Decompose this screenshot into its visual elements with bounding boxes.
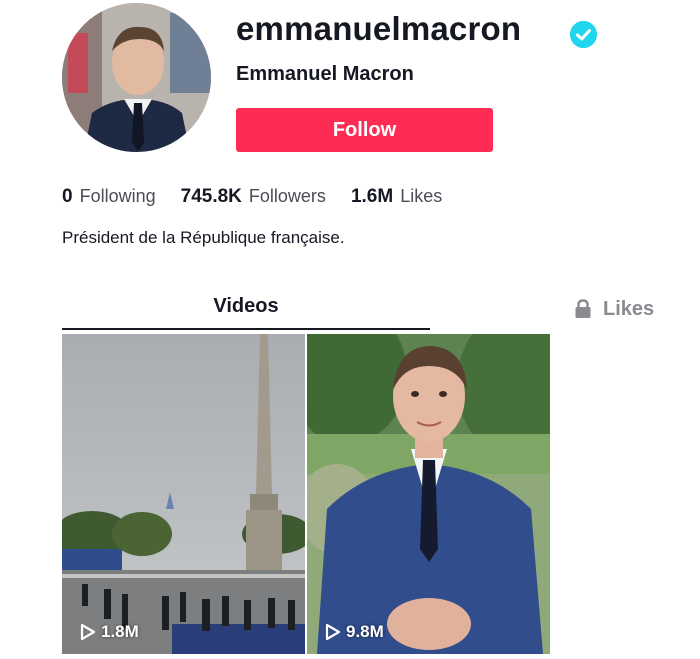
profile-bio: Président de la République française. (62, 228, 345, 247)
video-thumbnail-2[interactable]: 9.8M (307, 334, 550, 654)
play-icon (325, 623, 341, 641)
lock-icon (574, 299, 592, 319)
video-1-views: 1.8M (80, 622, 139, 642)
video-2-views: 9.8M (325, 622, 384, 642)
following-label: Following (79, 186, 156, 206)
follow-button[interactable]: Follow (236, 108, 493, 152)
stat-likes: 1.6M Likes (351, 186, 442, 208)
tab-likes-label: Likes (603, 297, 655, 320)
followers-count: 745.8K (180, 186, 242, 207)
display-name: Emmanuel Macron (236, 63, 414, 85)
video-1-views-count: 1.8M (101, 622, 139, 641)
avatar[interactable] (62, 3, 211, 152)
tab-active-indicator (62, 328, 430, 330)
followers-label: Followers (248, 186, 326, 206)
likes-label: Likes (400, 186, 443, 206)
video-thumbnail-1[interactable]: 1.8M (62, 334, 305, 654)
tab-likes[interactable]: Likes (574, 294, 654, 324)
following-count: 0 (62, 186, 73, 207)
stat-following[interactable]: 0 Following (62, 186, 156, 208)
tab-videos[interactable]: Videos (62, 294, 430, 330)
avatar-photo (62, 3, 211, 152)
video-1-image (62, 334, 305, 654)
tab-videos-label: Videos (213, 295, 279, 317)
verified-badge-icon (570, 21, 597, 48)
video-2-views-count: 9.8M (346, 622, 384, 641)
stat-followers[interactable]: 745.8K Followers (181, 186, 326, 208)
profile-stats: 0 Following 745.8K Followers 1.6M Likes (62, 186, 467, 208)
username: emmanuelmacron (236, 10, 522, 47)
video-2-image (307, 334, 550, 654)
likes-count: 1.6M (350, 186, 394, 207)
play-icon (80, 623, 96, 641)
